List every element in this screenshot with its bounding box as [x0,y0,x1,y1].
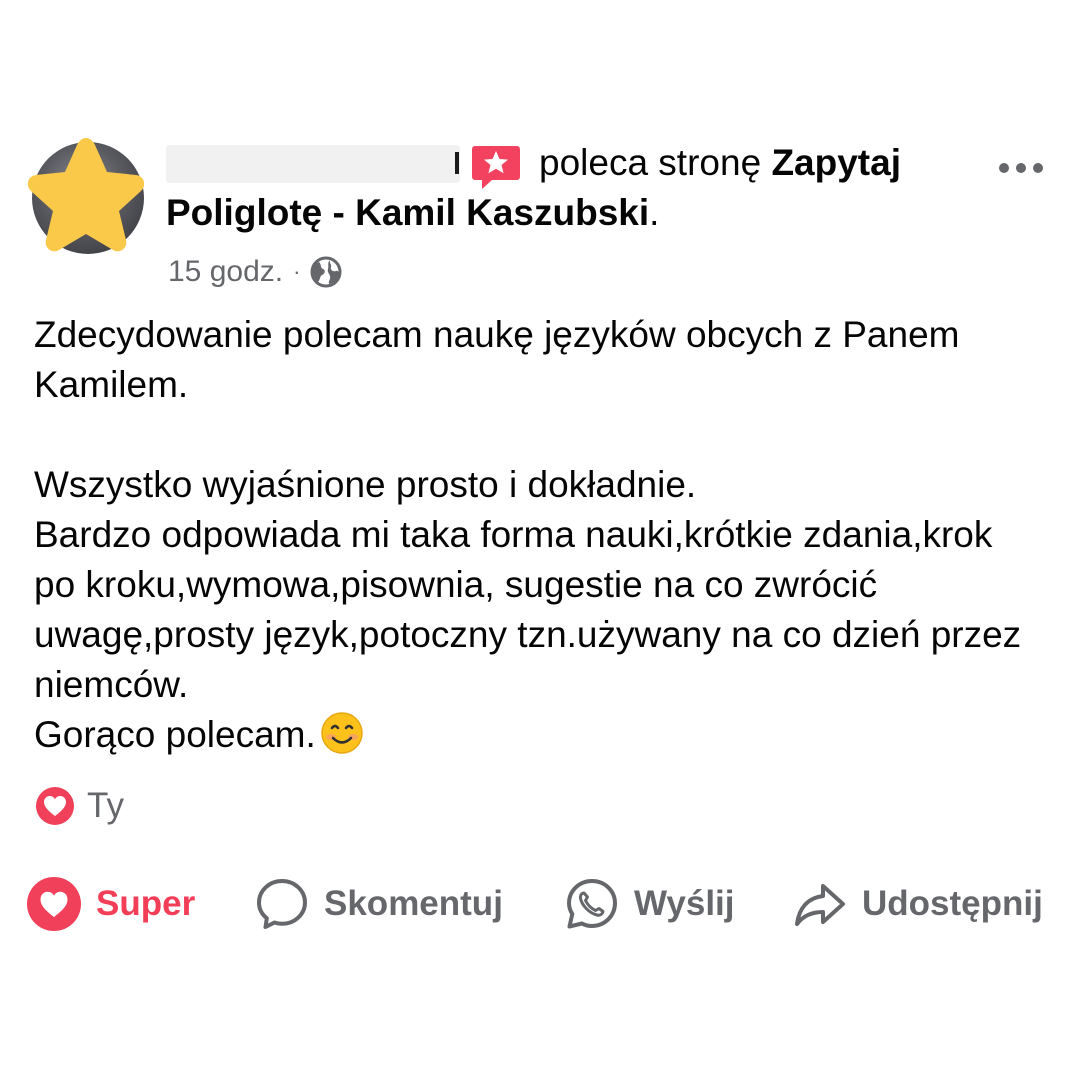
reactions-label: Ty [87,786,124,825]
page-name-link[interactable]: Zapytaj Poliglotę - Kamil Kaszubski [166,142,901,233]
post-text: Zdecydowanie polecam naukę języków obcyc… [34,310,1044,760]
reactions-summary[interactable]: Ty [33,782,124,830]
heart-reaction-icon [27,877,81,931]
share-icon [795,884,845,926]
comment-button[interactable]: Skomentuj [254,872,503,936]
meta-separator: · [293,259,301,284]
heart-reaction-icon [34,785,76,827]
super-reaction-button[interactable]: Super [26,872,195,936]
star-icon [27,138,145,252]
messenger-icon [567,879,617,929]
more-options-icon[interactable] [998,158,1044,178]
action-bar: Super Skomentuj Wyślij Udostępnij [26,872,1066,936]
smiling-emoji-icon [321,712,363,754]
post-line: Wszystko wyjaśnione prosto i dokładnie. [34,464,697,505]
send-label: Wyślij [634,884,735,923]
post-meta: 15 godz. · [168,252,342,292]
send-button[interactable]: Wyślij [564,872,735,936]
headline-period: . [649,192,660,233]
super-label: Super [96,884,196,923]
comment-label: Skomentuj [324,884,503,923]
headline-action-text: poleca stronę [539,142,762,183]
globe-icon[interactable] [310,256,342,288]
share-button[interactable]: Udostępnij [792,872,1043,936]
post-line: Bardzo odpowiada mi taka forma nauki,kró… [34,514,1022,705]
avatar[interactable] [27,138,145,254]
post-headline: poleca stronę Zapytaj Poliglotę - Kamil … [166,138,986,238]
post-timestamp[interactable]: 15 godz. [168,255,283,289]
post-closing-text: Gorąco polecam. [34,714,316,755]
share-label: Udostępnij [862,884,1043,923]
post-paragraph: Zdecydowanie polecam naukę języków obcyc… [34,314,960,405]
post-line-last: Gorąco polecam. [34,710,1044,760]
comment-icon [257,879,307,929]
